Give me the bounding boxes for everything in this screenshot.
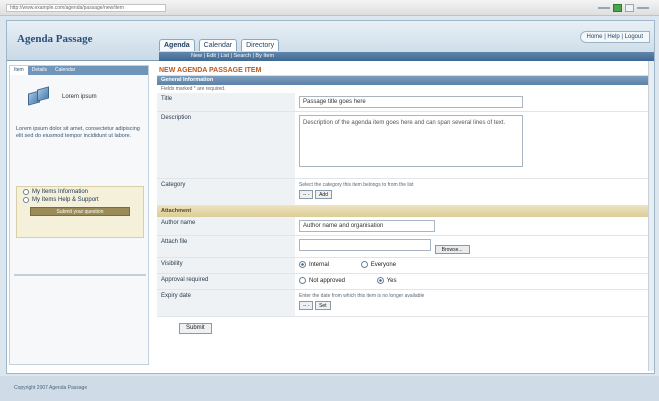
sidebar: Item Details Calendar Lorem ipsum Lorem … — [9, 65, 149, 365]
sidebar-tab-item[interactable]: Item — [10, 66, 28, 75]
copyright-text: Copyright 2007 Agenda Passage — [14, 385, 88, 391]
expiry-hint: Enter the date from which this item is n… — [299, 293, 425, 299]
category-select[interactable]: -- - — [299, 190, 314, 199]
submit-button[interactable]: Submit — [179, 323, 212, 334]
option-label: My Items Information — [32, 189, 89, 195]
minimize-icon[interactable] — [625, 4, 634, 12]
browser-controls — [598, 4, 649, 12]
field-label: Approval required — [157, 274, 295, 289]
form-row-visibility: Visibility Internal Everyone — [157, 258, 651, 274]
radio-icon — [23, 197, 29, 203]
form-row-category: Category Select the category this item b… — [157, 179, 651, 206]
divider — [14, 274, 146, 276]
tab-calendar[interactable]: Calendar — [198, 39, 238, 51]
field-label: Visibility — [157, 258, 295, 273]
menu-icon[interactable] — [637, 7, 649, 9]
category-hint: Select the category this item belongs to… — [299, 182, 414, 188]
expiry-set-button[interactable]: Set — [315, 301, 331, 310]
separator-icon — [598, 7, 610, 9]
section-band-attachment: Attachment — [157, 206, 651, 217]
page-title: NEW AGENDA PASSAGE ITEM — [157, 65, 651, 76]
radio-icon — [23, 189, 29, 195]
title-input[interactable]: Passage title goes here — [299, 96, 523, 108]
browser-toolbar: http://www.example.com/agenda/passage/ne… — [0, 0, 659, 16]
radio-icon — [299, 277, 306, 284]
form-row-name: Author name Author name and organisation — [157, 217, 651, 236]
sidebar-tab-calendar[interactable]: Calendar — [51, 66, 79, 75]
sidebar-options-box: My Items Information My Items Help & Sup… — [16, 186, 144, 238]
cube-icon — [28, 86, 52, 108]
radio-icon — [360, 261, 368, 268]
sidebar-description: Lorem ipsum dolor sit amet, consectetur … — [16, 126, 140, 139]
radio-label: Not approved — [309, 277, 346, 284]
browse-button[interactable]: Browse... — [434, 245, 470, 254]
radio-label: Everyone — [370, 261, 397, 268]
tab-directory[interactable]: Directory — [241, 39, 280, 51]
file-path-input[interactable] — [299, 239, 431, 251]
form-area: NEW AGENDA PASSAGE ITEM General Informat… — [157, 65, 651, 371]
form-row-expiry: Expiry date Enter the date from which th… — [157, 290, 651, 317]
footer: Copyright 2007 Agenda Passage — [0, 376, 659, 401]
required-note: Fields marked * are required. — [161, 86, 226, 92]
visibility-internal-radio[interactable]: Internal — [299, 261, 329, 268]
radio-icon — [299, 261, 306, 268]
field-label: Title — [157, 93, 295, 111]
form-row-file: Attach file Browse... — [157, 236, 651, 258]
main-tabs: Agenda Calendar Directory — [159, 39, 280, 51]
option-label: My Items Help & Support — [32, 197, 99, 203]
sub-navigation[interactable]: New | Edit | List | Search | By Item — [159, 52, 654, 61]
sidebar-tab-details[interactable]: Details — [28, 66, 51, 75]
field-label: Attach file — [157, 236, 295, 257]
sidebar-tabs: Item Details Calendar — [10, 66, 148, 75]
field-label: Description — [157, 112, 295, 178]
top-links[interactable]: Home | Help | Logout — [579, 31, 650, 43]
app-header: Agenda Passage Agenda Calendar Directory… — [7, 21, 654, 61]
field-label: Expiry date — [157, 290, 295, 316]
form-row-title: Title Passage title goes here — [157, 93, 651, 112]
sidebar-title: Lorem ipsum — [62, 94, 97, 100]
radio-label: Internal — [309, 261, 330, 268]
category-add-button[interactable]: Add — [315, 190, 332, 199]
approval-no-radio[interactable]: Not approved — [299, 277, 345, 284]
radio-label: Yes — [386, 277, 397, 284]
scrollbar[interactable] — [648, 61, 654, 371]
address-bar[interactable]: http://www.example.com/agenda/passage/ne… — [6, 4, 166, 12]
visibility-everyone-radio[interactable]: Everyone — [360, 261, 397, 268]
author-name-input[interactable]: Author name and organisation — [299, 220, 435, 232]
sidebar-option-help[interactable]: My Items Help & Support — [17, 195, 143, 203]
section-band-general: General Information — [157, 76, 651, 85]
field-label: Author name — [157, 217, 295, 235]
radio-icon — [376, 277, 384, 284]
form-row-description: Description Description of the agenda it… — [157, 112, 651, 179]
form-row-approval: Approval required Not approved Yes — [157, 274, 651, 290]
app-logo[interactable]: Agenda Passage — [17, 33, 92, 45]
approval-yes-radio[interactable]: Yes — [376, 277, 397, 284]
sidebar-option-information[interactable]: My Items Information — [17, 187, 143, 195]
description-textarea[interactable]: Description of the agenda item goes here… — [299, 115, 523, 167]
sidebar-submit-button[interactable]: Submit your question — [30, 207, 130, 216]
expiry-select[interactable]: -- - — [299, 301, 314, 310]
tab-agenda[interactable]: Agenda — [159, 39, 195, 51]
go-icon[interactable] — [613, 4, 622, 12]
app-window: Agenda Passage Agenda Calendar Directory… — [6, 20, 655, 374]
field-label: Category — [157, 179, 295, 205]
